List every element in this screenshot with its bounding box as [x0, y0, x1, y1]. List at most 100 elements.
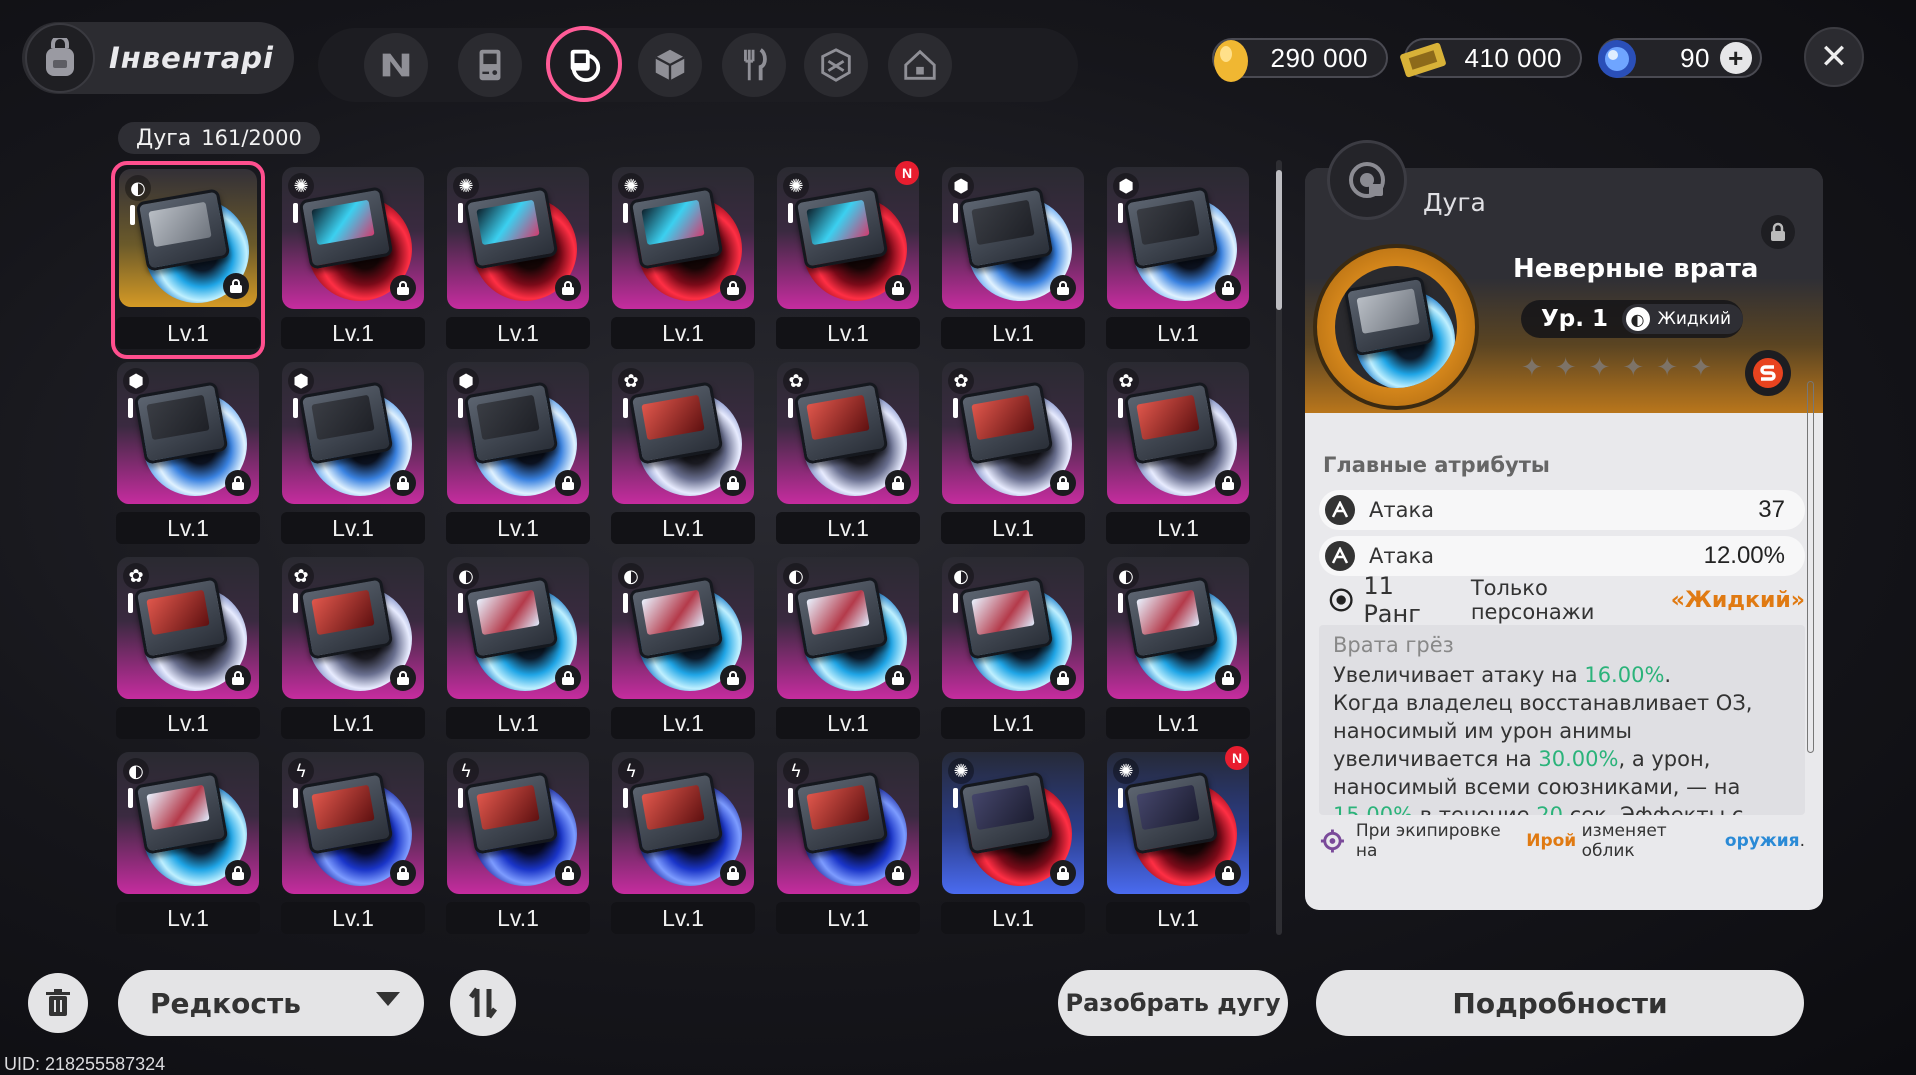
lock-icon[interactable] — [885, 860, 911, 886]
cartridge-art — [133, 771, 229, 855]
arc-item-card[interactable]: ϟ Lv.1 — [773, 748, 923, 942]
arc-item-card[interactable]: ✿ Lv.1 — [938, 358, 1088, 552]
lock-icon[interactable] — [1050, 470, 1076, 496]
tab-cube[interactable] — [638, 33, 702, 97]
item-detail-panel: Дуга Неверные врата Ур. 1 ◐ Жидкий ✦ ✦ ✦… — [1305, 168, 1823, 910]
arc-item-card[interactable]: ϟ Lv.1 — [278, 748, 428, 942]
lock-icon[interactable] — [555, 860, 581, 886]
stat-label: Атака — [1369, 498, 1435, 522]
tab-home[interactable] — [888, 33, 952, 97]
lock-icon[interactable] — [720, 470, 746, 496]
tab-n-logo[interactable] — [364, 33, 428, 97]
category-tabs — [318, 26, 1078, 102]
lock-icon[interactable] — [720, 275, 746, 301]
arc-item-card[interactable]: ✿ Lv.1 — [113, 553, 263, 747]
arc-item-card[interactable]: ◐ Lv.1 — [111, 161, 265, 359]
detail-lock-button[interactable] — [1761, 215, 1795, 249]
details-button[interactable]: Подробности — [1316, 970, 1804, 1036]
arc-item-card[interactable]: ⬢ Lv.1 — [278, 358, 428, 552]
grid-scrollbar[interactable] — [1276, 160, 1282, 935]
lock-icon[interactable] — [720, 665, 746, 691]
skin-target: оружия — [1724, 831, 1800, 851]
lock-icon[interactable] — [885, 470, 911, 496]
delete-button[interactable] — [28, 973, 88, 1033]
lock-icon[interactable] — [1215, 275, 1241, 301]
tab-box[interactable] — [804, 33, 868, 97]
element-type-icon: ◐ — [783, 563, 809, 589]
cartridge-art — [793, 186, 889, 270]
rarity-filter-dropdown[interactable]: Редкость — [118, 970, 424, 1036]
lock-icon[interactable] — [1050, 275, 1076, 301]
rank-indicator — [128, 788, 133, 808]
lock-icon[interactable] — [720, 860, 746, 886]
tab-gameboy[interactable] — [458, 33, 522, 97]
arc-item-card[interactable]: ✿ Lv.1 — [1103, 358, 1253, 552]
arc-item-card[interactable]: ✺ Lv.1 — [443, 163, 593, 357]
item-level-label: Lv.1 — [1106, 902, 1250, 934]
arc-item-card[interactable]: ✺ Lv.1 — [608, 163, 758, 357]
crystal-value: 90 — [1680, 42, 1710, 73]
close-button[interactable]: ✕ — [1804, 27, 1864, 87]
arc-item-card[interactable]: ✿ Lv.1 — [773, 358, 923, 552]
lock-icon[interactable] — [555, 665, 581, 691]
sort-order-button[interactable] — [450, 970, 516, 1036]
element-type-icon: ✺ — [948, 758, 974, 784]
arc-item-card[interactable]: ⬢ Lv.1 — [1103, 163, 1253, 357]
inventory-header: Інвентарі — [22, 22, 294, 94]
dismantle-arc-button[interactable]: Разобрать дугу — [1058, 970, 1288, 1036]
lock-icon[interactable] — [885, 665, 911, 691]
arc-item-card[interactable]: ϟ Lv.1 — [443, 748, 593, 942]
arc-item-card[interactable]: ✺ N Lv.1 — [773, 161, 923, 357]
lock-icon[interactable] — [1215, 470, 1241, 496]
add-crystal-button[interactable]: + — [1720, 42, 1752, 74]
lock-icon[interactable] — [390, 275, 416, 301]
item-thumbnail: ⬢ — [1107, 167, 1249, 309]
backpack-icon[interactable] — [25, 23, 95, 93]
arc-item-card[interactable]: ⬢ Lv.1 — [443, 358, 593, 552]
lock-icon[interactable] — [1215, 860, 1241, 886]
lock-icon[interactable] — [225, 665, 251, 691]
arc-item-card[interactable]: ✺ Lv.1 — [278, 163, 428, 357]
lock-icon[interactable] — [390, 470, 416, 496]
arc-item-card[interactable]: ✺ N Lv.1 — [1103, 746, 1253, 942]
item-level: Ур. 1 — [1541, 306, 1608, 332]
arc-item-card[interactable]: ◐ Lv.1 — [773, 553, 923, 747]
lock-icon[interactable] — [390, 860, 416, 886]
lock-icon[interactable] — [390, 665, 416, 691]
arc-item-card[interactable]: ◐ Lv.1 — [443, 553, 593, 747]
arc-item-card[interactable]: ⬢ Lv.1 — [938, 163, 1088, 357]
new-badge: N — [895, 161, 919, 185]
lock-icon[interactable] — [1050, 860, 1076, 886]
arc-item-card[interactable]: ✿ Lv.1 — [278, 553, 428, 747]
lock-icon[interactable] — [223, 273, 249, 299]
tab-food[interactable] — [722, 33, 786, 97]
tab-arc[interactable] — [546, 26, 622, 102]
lock-icon[interactable] — [1050, 665, 1076, 691]
arc-item-card[interactable]: ⬢ Lv.1 — [113, 358, 263, 552]
crystal-icon — [1598, 40, 1636, 78]
arc-item-card[interactable]: ◐ Lv.1 — [1103, 553, 1253, 747]
arc-item-card[interactable]: ✺ Lv.1 — [938, 748, 1088, 942]
item-thumbnail: ✿ — [117, 557, 259, 699]
description-scrollbar[interactable] — [1807, 381, 1814, 753]
arc-item-card[interactable]: ◐ Lv.1 — [608, 553, 758, 747]
effect-description-box[interactable]: Врата грёз Увеличивает атаку на 16.00%. … — [1319, 625, 1805, 815]
lock-icon[interactable] — [885, 275, 911, 301]
arc-item-card[interactable]: ◐ Lv.1 — [938, 553, 1088, 747]
arc-item-card[interactable]: ◐ Lv.1 — [113, 748, 263, 942]
lock-icon[interactable] — [225, 470, 251, 496]
item-level-label: Lv.1 — [611, 317, 755, 349]
lock-icon[interactable] — [555, 275, 581, 301]
item-thumbnail: ϟ — [612, 752, 754, 894]
item-level-label: Lv.1 — [941, 317, 1085, 349]
arc-item-card[interactable]: ✿ Lv.1 — [608, 358, 758, 552]
star-rating: ✦ ✦ ✦ ✦ ✦ ✦ — [1521, 355, 1712, 381]
lock-icon[interactable] — [1215, 665, 1241, 691]
lock-icon[interactable] — [555, 470, 581, 496]
item-thumbnail: ✿ — [612, 362, 754, 504]
rank-restriction: Только персонажи — [1470, 576, 1595, 624]
arc-item-card[interactable]: ϟ Lv.1 — [608, 748, 758, 942]
grid-scroll-thumb[interactable] — [1276, 170, 1282, 310]
rank-row: 11 Ранг Только персонажи «Жидкий» — [1319, 572, 1805, 628]
lock-icon[interactable] — [225, 860, 251, 886]
